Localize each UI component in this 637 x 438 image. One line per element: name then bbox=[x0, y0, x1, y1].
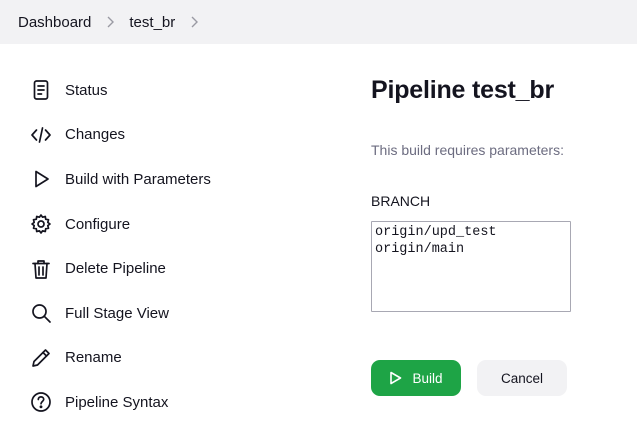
build-button-label: Build bbox=[412, 370, 443, 386]
pencil-icon bbox=[30, 347, 52, 369]
sidebar-item-label: Pipeline Syntax bbox=[65, 393, 169, 411]
play-icon bbox=[30, 168, 52, 190]
chevron-right-icon bbox=[105, 16, 115, 28]
form-actions: Build Cancel bbox=[371, 360, 567, 396]
play-icon bbox=[390, 371, 402, 385]
search-icon bbox=[30, 302, 52, 324]
sidebar: Status Changes Build with Parameters Con… bbox=[30, 68, 330, 425]
sidebar-item-changes[interactable]: Changes bbox=[30, 113, 330, 158]
help-icon bbox=[30, 391, 52, 413]
page-title: Pipeline test_br bbox=[371, 76, 554, 104]
sidebar-item-label: Build with Parameters bbox=[65, 170, 211, 188]
chevron-right-icon[interactable] bbox=[189, 16, 199, 28]
branch-select[interactable]: origin/upd_test origin/main bbox=[371, 221, 571, 312]
build-button[interactable]: Build bbox=[371, 360, 461, 396]
sidebar-item-status[interactable]: Status bbox=[30, 68, 330, 113]
code-icon bbox=[30, 124, 52, 146]
sidebar-item-delete-pipeline[interactable]: Delete Pipeline bbox=[30, 246, 330, 291]
sidebar-item-label: Status bbox=[65, 81, 108, 99]
sidebar-item-rename[interactable]: Rename bbox=[30, 336, 330, 381]
sidebar-item-label: Delete Pipeline bbox=[65, 260, 166, 278]
sidebar-item-label: Full Stage View bbox=[65, 304, 169, 322]
sidebar-item-label: Configure bbox=[65, 215, 131, 233]
sidebar-item-build-with-parameters[interactable]: Build with Parameters bbox=[30, 157, 330, 202]
branch-option[interactable]: origin/upd_test bbox=[374, 224, 568, 241]
cancel-button[interactable]: Cancel bbox=[477, 360, 567, 396]
sidebar-item-pipeline-syntax[interactable]: Pipeline Syntax bbox=[30, 380, 330, 425]
breadcrumb: Dashboard test_br bbox=[0, 0, 637, 44]
sidebar-item-configure[interactable]: Configure bbox=[30, 202, 330, 247]
sidebar-item-label: Rename bbox=[65, 349, 122, 367]
main-content: Pipeline test_br This build requires par… bbox=[371, 76, 621, 312]
document-icon bbox=[30, 79, 52, 101]
breadcrumb-dashboard[interactable]: Dashboard bbox=[18, 14, 91, 31]
parameter-label-branch: BRANCH bbox=[371, 193, 431, 209]
trash-icon bbox=[30, 258, 52, 280]
parameters-description: This build requires parameters: bbox=[371, 142, 564, 158]
gear-icon bbox=[30, 213, 52, 235]
branch-option[interactable]: origin/main bbox=[374, 241, 568, 258]
breadcrumb-test-br[interactable]: test_br bbox=[129, 14, 175, 31]
sidebar-item-full-stage-view[interactable]: Full Stage View bbox=[30, 291, 330, 336]
sidebar-item-label: Changes bbox=[65, 126, 126, 144]
